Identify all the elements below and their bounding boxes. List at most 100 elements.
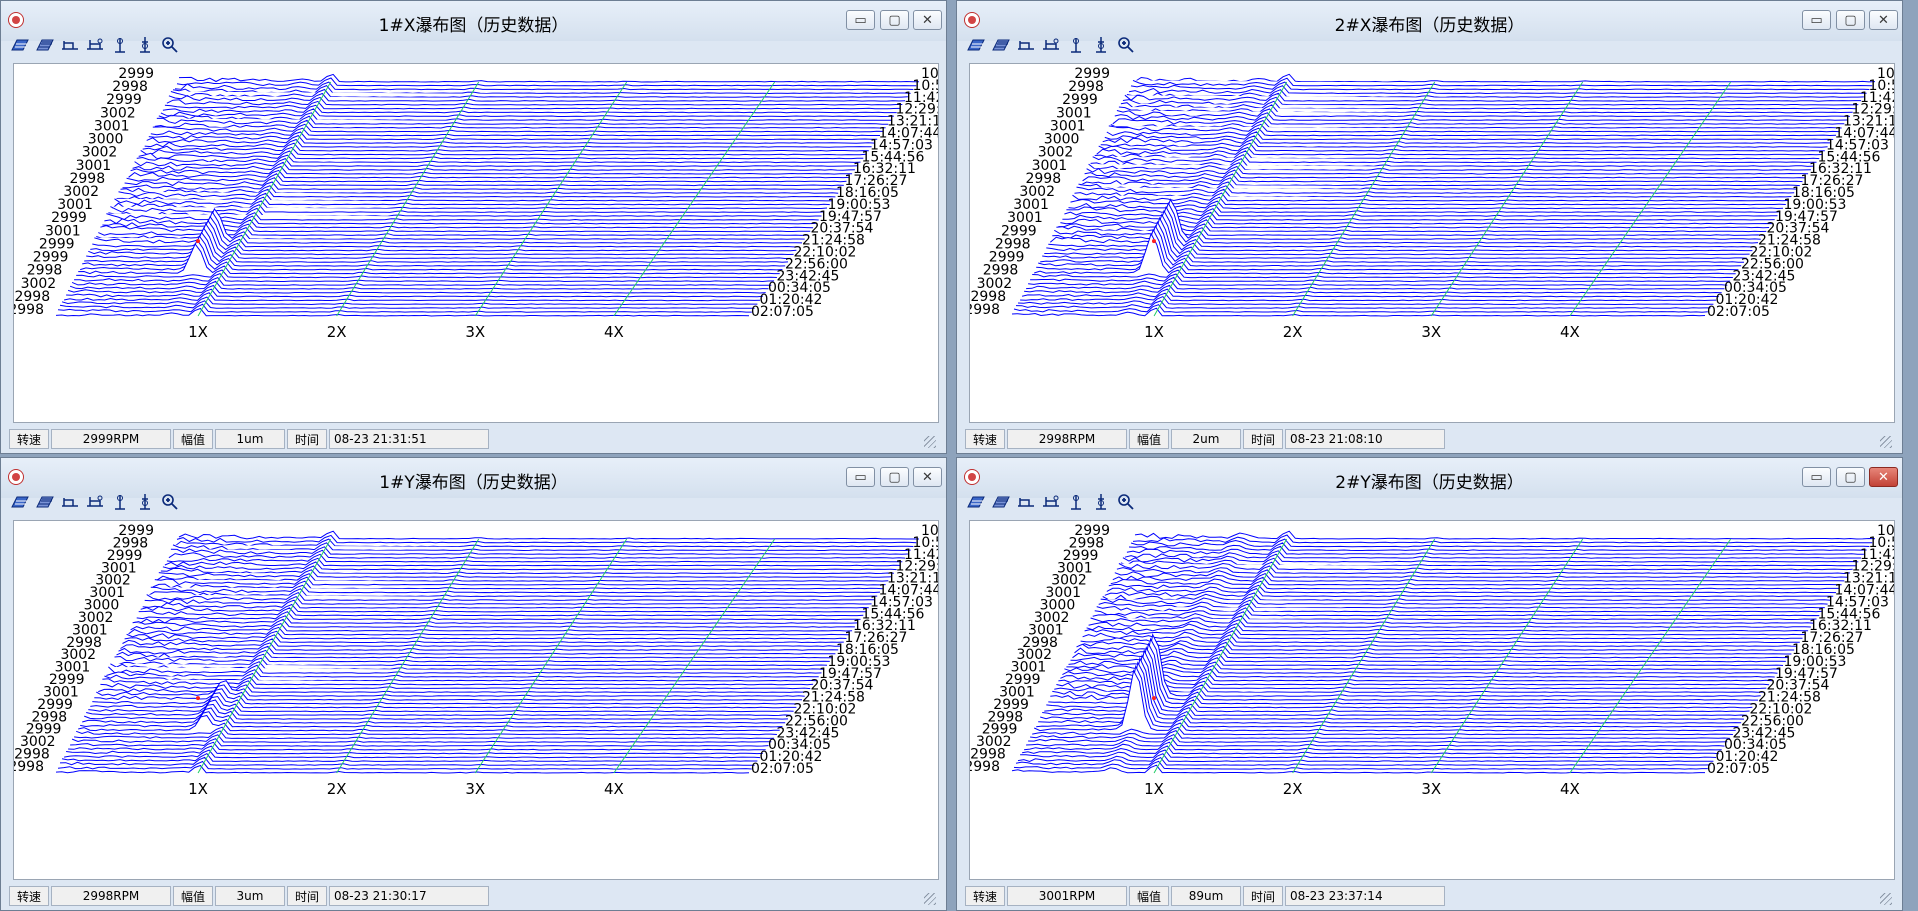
marker-icon[interactable]	[1090, 491, 1112, 513]
amplitude-label: 幅值	[173, 429, 213, 449]
waterfall-flat-icon[interactable]	[990, 491, 1012, 513]
peak-marker	[1151, 696, 1156, 701]
cursor-vertical-icon[interactable]	[1065, 34, 1087, 56]
resize-grip-icon[interactable]	[1880, 893, 1892, 905]
waterfall-3d-icon[interactable]	[9, 34, 31, 56]
waterfall-3d-icon[interactable]	[965, 34, 987, 56]
spectrum-trace	[61, 296, 758, 306]
waterfall-svg: 1X 2X 3X 4X29992998299930013002300130003002…	[14, 523, 938, 798]
minimize-button[interactable]: ▭	[846, 10, 875, 30]
maximize-button[interactable]: ▢	[1836, 10, 1865, 30]
x-tick-label: 1X	[188, 780, 208, 798]
cursor-vertical-icon[interactable]	[109, 34, 131, 56]
resize-grip-icon[interactable]	[924, 436, 936, 448]
chart-toolbar	[963, 491, 1896, 517]
time-label: 时间	[287, 429, 327, 449]
cursor-horizontal-icon[interactable]	[59, 491, 81, 513]
amplitude-label: 幅值	[1129, 429, 1169, 449]
waterfall-chart[interactable]: 1X 2X 3X 4X 2999 2998 2999 3002 3001 3000 3002 3001…	[13, 63, 939, 423]
zoom-icon[interactable]	[1115, 491, 1137, 513]
time-value: 08-23 23:37:14	[1285, 886, 1445, 906]
x-tick-label: 2X	[327, 780, 347, 798]
x-tick-label: 1X	[1144, 323, 1164, 341]
close-button[interactable]: ✕	[1869, 467, 1898, 487]
waterfall-svg: 1X 2X 3X 4X29992998299930013001300030023001…	[970, 66, 1894, 341]
cursor-vertical-icon[interactable]	[109, 491, 131, 513]
maximize-button[interactable]: ▢	[880, 10, 909, 30]
x-tick-label: 1X	[188, 323, 208, 341]
rpm-label: 2998	[14, 759, 44, 775]
minimize-button[interactable]: ▭	[846, 467, 875, 487]
waterfall-window-2x[interactable]: 2#X瀑布图（历史数据） ▭ ▢ ✕ 1X 2X 3X 4X 2999 2998 2999 3001 3…	[956, 0, 1903, 454]
rpm-label: 2998	[970, 302, 1000, 318]
waterfall-chart[interactable]: 1X 2X 3X 4X 2999 2998 2999 3001 3002 3001 3000 3002…	[13, 520, 939, 880]
waterfall-window-1x[interactable]: 1#X瀑布图（历史数据） ▭ ▢ ✕ 1X 2X 3X 4X 2999 2998 2999 3002 3…	[0, 0, 947, 454]
spectrum-trace	[1020, 292, 1717, 302]
close-button[interactable]: ✕	[913, 10, 942, 30]
cursor-peak-icon[interactable]	[1040, 34, 1062, 56]
waterfall-window-2y[interactable]: 2#Y瀑布图（历史数据） ▭ ▢ ✕ 1X 2X 3X 4X 2999 2998 2999 3001 3…	[956, 457, 1903, 911]
speed-label: 转速	[9, 886, 49, 906]
x-tick-label: 3X	[465, 780, 485, 798]
waterfall-svg: 1X 2X 3X 4X29992998299930023001300030023001…	[14, 66, 938, 341]
cursor-vertical-icon[interactable]	[1065, 491, 1087, 513]
waterfall-chart[interactable]: 1X 2X 3X 4X 2999 2998 2999 3001 3001 3000 3002 3001…	[969, 63, 1895, 423]
waterfall-flat-icon[interactable]	[34, 491, 56, 513]
spectrum-trace	[178, 530, 919, 540]
close-button[interactable]: ✕	[913, 467, 942, 487]
cursor-horizontal-icon[interactable]	[1015, 34, 1037, 56]
resize-grip-icon[interactable]	[1880, 436, 1892, 448]
time-value: 08-23 21:30:17	[329, 886, 489, 906]
time-label: 02:07:05	[751, 304, 814, 320]
x-tick-label: 4X	[1560, 780, 1580, 798]
speed-label: 转速	[965, 429, 1005, 449]
waterfall-3d-icon[interactable]	[9, 491, 31, 513]
maximize-button[interactable]: ▢	[1836, 467, 1865, 487]
zoom-icon[interactable]	[159, 34, 181, 56]
amplitude-value: 89um	[1171, 886, 1241, 906]
waterfall-window-1y[interactable]: 1#Y瀑布图（历史数据） ▭ ▢ ✕ 1X 2X 3X 4X 2999 2998 2999 3001 3…	[0, 457, 947, 911]
amplitude-label: 幅值	[1129, 886, 1169, 906]
desktop: 1#X瀑布图（历史数据） ▭ ▢ ✕ 1X 2X 3X 4X 2999 2998 2999 3002 3…	[0, 0, 1918, 911]
cursor-peak-icon[interactable]	[1040, 491, 1062, 513]
speed-value: 2999RPM	[51, 429, 171, 449]
waterfall-flat-icon[interactable]	[990, 34, 1012, 56]
time-label: 时间	[1243, 886, 1283, 906]
window-title: 2#X瀑布图（历史数据）	[1334, 16, 1525, 36]
minimize-button[interactable]: ▭	[1802, 467, 1831, 487]
cursor-horizontal-icon[interactable]	[59, 34, 81, 56]
chart-toolbar	[7, 34, 940, 60]
speed-value: 2998RPM	[51, 886, 171, 906]
zoom-icon[interactable]	[159, 491, 181, 513]
minimize-button[interactable]: ▭	[1802, 10, 1831, 30]
marker-icon[interactable]	[134, 34, 156, 56]
window-title: 1#X瀑布图（历史数据）	[378, 16, 569, 36]
time-label: 时间	[287, 886, 327, 906]
close-button[interactable]: ✕	[1869, 10, 1898, 30]
cursor-peak-icon[interactable]	[84, 34, 106, 56]
cursor-peak-icon[interactable]	[84, 491, 106, 513]
status-bar: 转速 2999RPM 幅值 1um 时间 08-23 21:31:51	[9, 428, 938, 450]
time-value: 08-23 21:31:51	[329, 429, 489, 449]
status-bar: 转速 2998RPM 幅值 2um 时间 08-23 21:08:10	[965, 428, 1894, 450]
maximize-button[interactable]: ▢	[880, 467, 909, 487]
marker-icon[interactable]	[1090, 34, 1112, 56]
waterfall-3d-icon[interactable]	[965, 491, 987, 513]
x-tick-label: 2X	[1283, 323, 1303, 341]
amplitude-value: 1um	[215, 429, 285, 449]
resize-grip-icon[interactable]	[924, 893, 936, 905]
time-label: 时间	[1243, 429, 1283, 449]
zoom-icon[interactable]	[1115, 34, 1137, 56]
x-tick-label: 3X	[1421, 323, 1441, 341]
x-tick-label: 4X	[1560, 323, 1580, 341]
waterfall-svg: 1X 2X 3X 4X29992998299930013002300130003002…	[970, 523, 1894, 798]
marker-icon[interactable]	[134, 491, 156, 513]
status-bar: 转速 2998RPM 幅值 3um 时间 08-23 21:30:17	[9, 885, 938, 907]
peak-marker	[195, 696, 200, 701]
speed-label: 转速	[9, 429, 49, 449]
waterfall-chart[interactable]: 1X 2X 3X 4X 2999 2998 2999 3001 3002 3001 3000 3002…	[969, 520, 1895, 880]
waterfall-flat-icon[interactable]	[34, 34, 56, 56]
speed-value: 3001RPM	[1007, 886, 1127, 906]
spectrum-trace	[178, 73, 919, 83]
cursor-horizontal-icon[interactable]	[1015, 491, 1037, 513]
